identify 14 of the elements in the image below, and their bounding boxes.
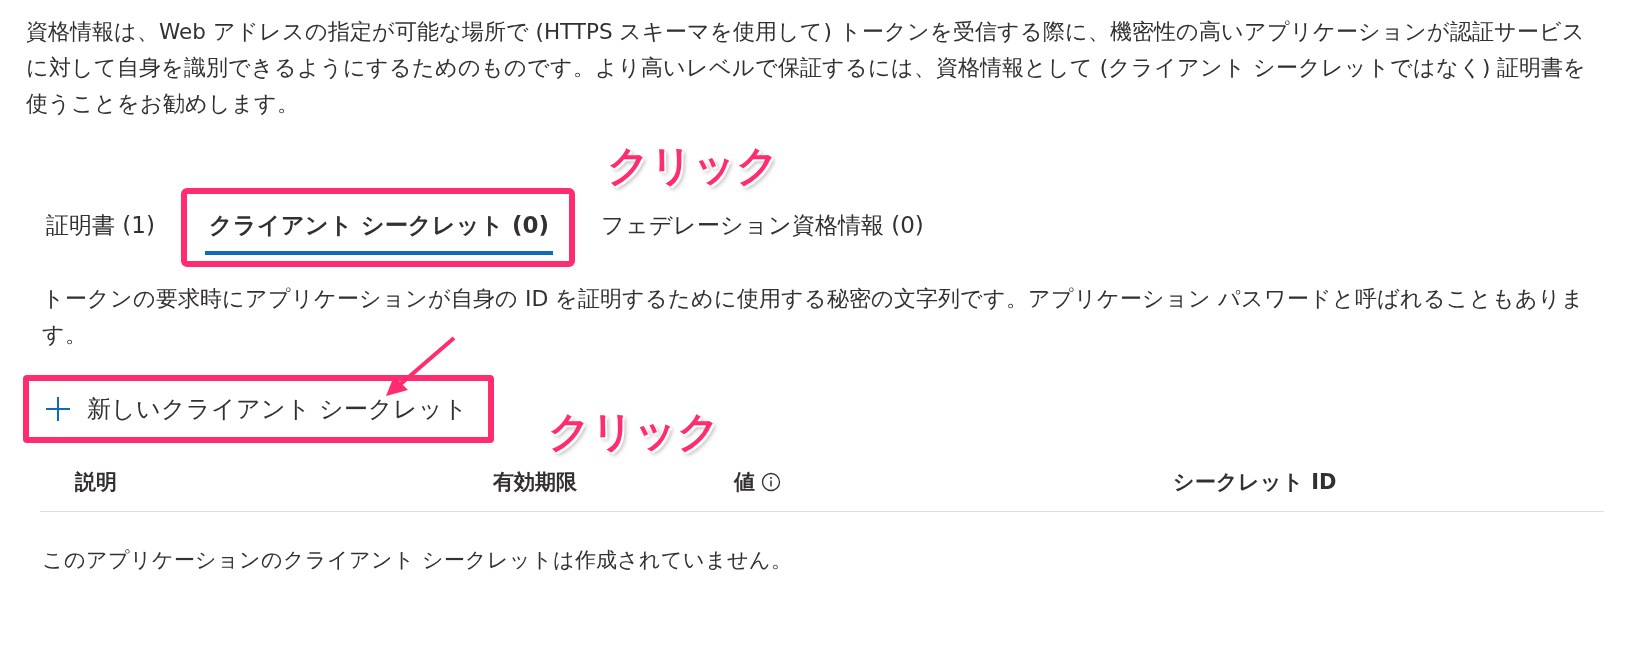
column-header: 説明: [75, 469, 117, 496]
description-text: トークンの要求時にアプリケーションが自身の ID を証明するために使用する秘密の文字列です。アプリケーション パスワードと呼ばれることもあります。: [42, 285, 1586, 349]
plus-icon: [45, 396, 71, 422]
new-secret-button[interactable]: 新しいクライアント シークレット: [41, 381, 472, 437]
callout-label: クリック: [548, 406, 720, 458]
tab[interactable]: フェデレーション資格情報 (0): [596, 202, 928, 253]
column-header: 有効期限: [493, 469, 577, 496]
column-header: 値: [734, 469, 755, 496]
callout-label: クリック: [607, 140, 779, 192]
column-header: シークレット ID: [1173, 469, 1337, 496]
tab[interactable]: クライアント シークレット (0): [204, 202, 553, 255]
empty-message: このアプリケーションのクライアント シークレットは作成されていません。: [42, 547, 793, 574]
tab[interactable]: 証明書 (1): [42, 202, 159, 253]
intro-text: 資格情報は、Web アドレスの指定が可能な場所で (HTTPS スキーマを使用して) トークンを受信する際に、機密性の高いアプリケーションが認証サービスに対して自身を識別できるようにするためのものです。より高いレベルで保証するには、資格情報として (クライアント シークレットではなく) 証明書を使うことをお勧めします。: [26, 18, 1588, 118]
